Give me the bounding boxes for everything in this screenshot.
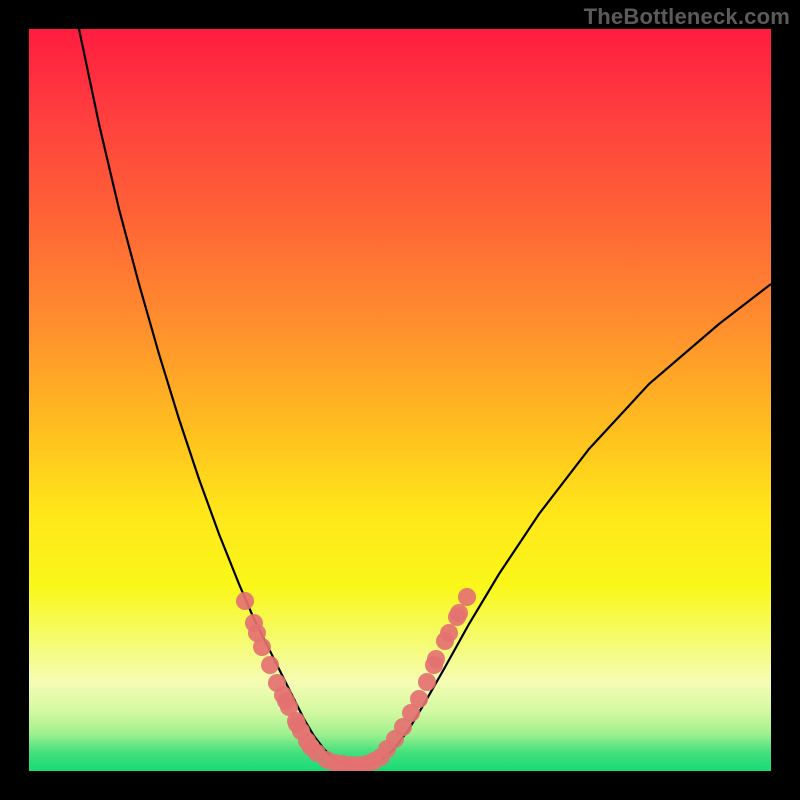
scatter-point <box>458 588 476 606</box>
bottleneck-curve <box>79 29 771 767</box>
scatter-point <box>450 604 468 622</box>
scatter-point <box>440 624 458 642</box>
scatter-point <box>236 592 254 610</box>
scatter-point <box>418 673 436 691</box>
plot-area <box>29 29 771 771</box>
chart-svg <box>29 29 771 771</box>
curve-line <box>79 29 771 767</box>
scatter-point <box>427 650 445 668</box>
scatter-point <box>410 690 428 708</box>
scatter-markers <box>236 588 476 771</box>
watermark-label: TheBottleneck.com <box>584 4 790 30</box>
chart-frame: TheBottleneck.com <box>0 0 800 800</box>
scatter-point <box>253 638 271 656</box>
scatter-point <box>261 656 279 674</box>
